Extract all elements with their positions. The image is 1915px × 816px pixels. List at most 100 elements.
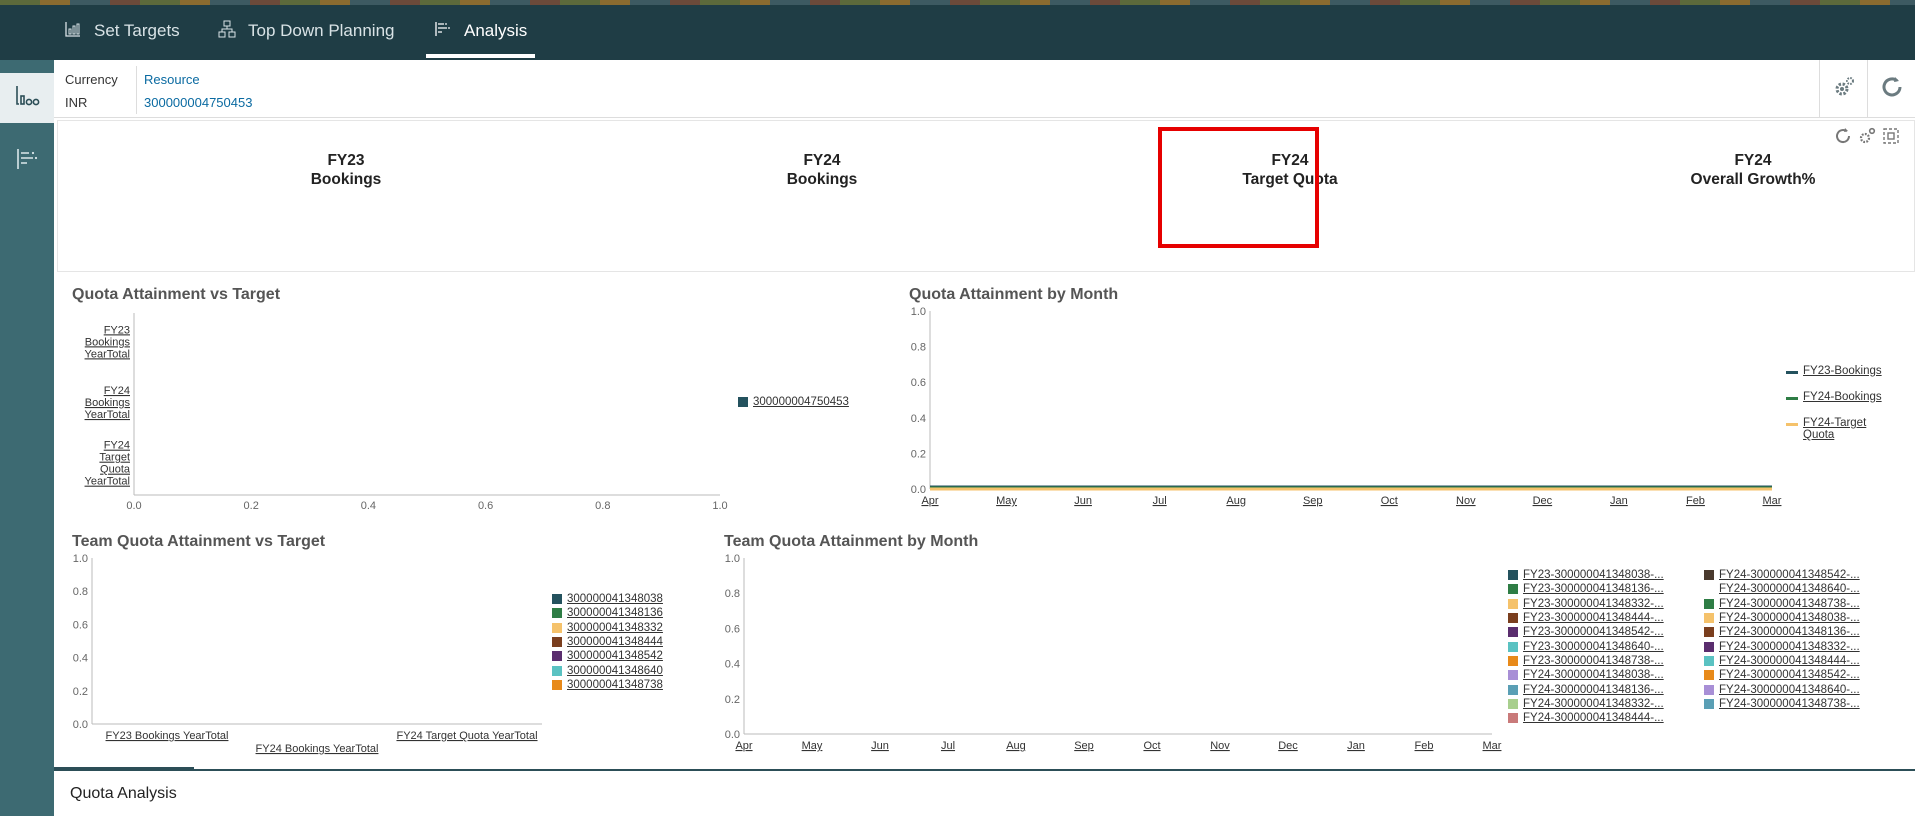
legend-item[interactable]: FY23-300000041348738-...	[1508, 654, 1704, 668]
legend-label: FY24-300000041348640-...	[1719, 683, 1860, 696]
legend-swatch	[1704, 598, 1714, 609]
legend-item[interactable]: 300000041348640	[552, 663, 663, 677]
legend-label: FY24-300000041348542-...	[1719, 669, 1860, 682]
legend-swatch	[552, 608, 562, 619]
banner-pattern	[0, 0, 1915, 5]
legend-item[interactable]: FY23-300000041348136-...	[1508, 582, 1704, 596]
list-tree-icon	[13, 145, 41, 178]
legend-item[interactable]: FY24-300000041348038-...	[1704, 611, 1900, 625]
legend-item[interactable]: FY23-300000041348542-...	[1508, 625, 1704, 639]
resource-label[interactable]: Resource	[144, 68, 252, 91]
legend-label: FY23-Bookings	[1803, 365, 1882, 377]
expand-icon[interactable]	[1882, 127, 1900, 150]
pov-divider	[136, 66, 137, 114]
legend-label: FY24-300000041348738-...	[1719, 597, 1860, 610]
x-tick-label: Mar	[1483, 740, 1502, 752]
kpi-panel: FY23 Bookings FY24 Bookings FY24 Target …	[57, 120, 1915, 272]
kpi-year: FY24	[1734, 152, 1772, 169]
legend-swatch	[1704, 584, 1714, 594]
x-tick-label: Mar	[1763, 495, 1782, 507]
legend-swatch	[1508, 684, 1518, 695]
legend-swatch	[1508, 655, 1518, 666]
legend-swatch	[1508, 627, 1518, 638]
y-tick-label: 0.4	[73, 653, 88, 665]
y-tick-label: 0.6	[725, 623, 740, 635]
legend-item[interactable]: FY23-300000041348332-...	[1508, 597, 1704, 611]
resource-value[interactable]: 300000004750453	[144, 91, 252, 114]
y-tick-label: 0.2	[725, 694, 740, 706]
legend-label: FY24-300000041348038-...	[1719, 612, 1860, 625]
legend-item[interactable]: FY24-Bookings	[1786, 391, 1886, 417]
legend-swatch	[1704, 627, 1714, 638]
legend-swatch	[1508, 670, 1518, 681]
legend-item[interactable]: FY24-300000041348738-...	[1704, 697, 1900, 711]
legend-swatch	[552, 651, 562, 662]
category-label: FY24 Target Quota YearTotal	[85, 440, 131, 488]
legend-item[interactable]: FY24-300000041348332-...	[1508, 697, 1704, 711]
legend-item[interactable]: 300000004750453	[738, 395, 849, 409]
bar-chart-icon	[64, 20, 82, 43]
legend-item[interactable]: FY24-300000041348444-...	[1704, 654, 1900, 668]
x-tick-label: Sep	[1303, 495, 1323, 507]
legend-item[interactable]: FY23-300000041348640-...	[1508, 639, 1704, 653]
x-tick-label: 0.2	[244, 500, 259, 512]
category-label: FY24 Bookings YearTotal	[85, 385, 131, 421]
legend-label: FY24-300000041348738-...	[1719, 697, 1860, 710]
y-tick-label: 1.0	[725, 553, 740, 565]
footer-tab-quota-analysis[interactable]: Quota Analysis	[70, 785, 177, 803]
x-tick-label: 0.6	[478, 500, 493, 512]
refresh-button[interactable]	[1867, 60, 1915, 118]
legend-item[interactable]: FY24-300000041348136-...	[1508, 682, 1704, 696]
legend-item[interactable]: FY24-Target Quota	[1786, 417, 1886, 443]
legend-item[interactable]: FY24-300000041348542-...	[1704, 568, 1900, 582]
legend-item[interactable]: FY24-300000041348542-...	[1704, 668, 1900, 682]
y-tick-label: 0.0	[73, 719, 88, 731]
kpi-label: Bookings	[786, 171, 858, 188]
rail-list-button[interactable]	[0, 136, 54, 186]
tab-analysis[interactable]: Analysis	[425, 12, 536, 58]
legend-item[interactable]: 300000041348332	[552, 621, 663, 635]
legend-item[interactable]: FY23-300000041348444-...	[1508, 611, 1704, 625]
kpi-label: Bookings	[310, 171, 382, 188]
legend-swatch	[552, 622, 562, 633]
legend-item[interactable]: 300000041348136	[552, 606, 663, 620]
legend-swatch	[1704, 641, 1714, 652]
legend-swatch	[1508, 713, 1518, 724]
legend-label: 300000004750453	[753, 396, 849, 409]
refresh-icon[interactable]	[1834, 127, 1852, 150]
y-tick-label: 0.8	[725, 588, 740, 600]
x-tick-label: May	[996, 495, 1017, 507]
legend-item[interactable]: FY23-Bookings	[1786, 365, 1886, 391]
rail-dashboard-button[interactable]	[0, 73, 54, 123]
gears-icon[interactable]	[1858, 127, 1876, 150]
tab-set-targets[interactable]: Set Targets	[64, 12, 180, 50]
kpi-year: FY24	[803, 152, 841, 169]
legend-swatch	[1508, 641, 1518, 652]
legend-item[interactable]: FY24-300000041348332-...	[1704, 639, 1900, 653]
legend-item[interactable]: 300000041348038	[552, 592, 663, 606]
legend-item[interactable]: FY24-300000041348640-...	[1704, 682, 1900, 696]
tab-label: Top Down Planning	[248, 21, 395, 40]
legend-item[interactable]: FY24-300000041348038-...	[1508, 668, 1704, 682]
x-tick-label: Dec	[1533, 495, 1553, 507]
legend-item[interactable]: 300000041348738	[552, 678, 663, 692]
legend-item[interactable]: FY24-300000041348738-...	[1704, 597, 1900, 611]
legend-label: FY24-300000041348136-...	[1719, 626, 1860, 639]
legend-item[interactable]: FY24-300000041348640-...	[1704, 582, 1900, 596]
kpi-toolbar	[1834, 127, 1900, 150]
kpi-label: Overall Growth%	[1690, 171, 1816, 188]
legend-label: FY23-300000041348738-...	[1523, 654, 1664, 667]
legend-item[interactable]: 300000041348542	[552, 649, 663, 663]
chart-legend: 300000041348038 300000041348136 3000000413…	[552, 592, 663, 692]
x-tick-label: 0.8	[595, 500, 610, 512]
legend-swatch	[552, 665, 562, 676]
chart-title: Quota Attainment vs Target	[72, 286, 281, 303]
settings-button[interactable]	[1819, 60, 1867, 118]
legend-item[interactable]: FY23-300000041348038-...	[1508, 568, 1704, 582]
legend-item[interactable]: 300000041348444	[552, 635, 663, 649]
legend-swatch	[1786, 423, 1798, 426]
tab-top-down-planning[interactable]: Top Down Planning	[218, 12, 394, 50]
legend-item[interactable]: FY24-300000041348136-...	[1704, 625, 1900, 639]
x-tick-label: Oct	[1381, 495, 1398, 507]
legend-item[interactable]: FY24-300000041348444-...	[1508, 711, 1704, 725]
